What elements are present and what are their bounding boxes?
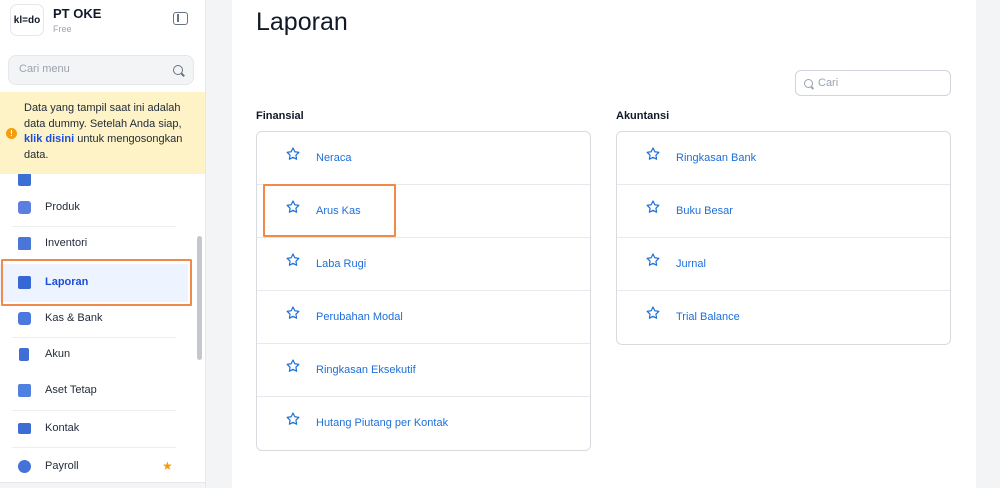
sidebar-scrollbar[interactable]	[197, 236, 202, 360]
chart-icon	[18, 276, 31, 289]
report-label[interactable]: Jurnal	[676, 258, 706, 270]
report-row-trial-balance[interactable]: Trial Balance	[617, 291, 950, 344]
star-outline-icon[interactable]	[285, 411, 301, 427]
report-label[interactable]: Hutang Piutang per Kontak	[316, 417, 448, 429]
report-row-ringkasan-bank[interactable]: Ringkasan Bank	[617, 132, 950, 185]
sidebar-item-payroll[interactable]: Payroll	[0, 449, 188, 485]
report-row-jurnal[interactable]: Jurnal	[617, 238, 950, 291]
alert-text: Data yang tampil saat ini adalah data du…	[24, 101, 200, 163]
report-search-input[interactable]	[818, 77, 938, 89]
star-outline-icon[interactable]	[285, 305, 301, 321]
sidebar-item-kas-bank[interactable]: Kas & Bank	[0, 301, 188, 337]
alert-text-before: Data yang tampil saat ini adalah data du…	[24, 102, 182, 130]
page-title: Laporan	[256, 8, 348, 36]
star-outline-icon[interactable]	[285, 252, 301, 268]
company-name[interactable]: PT OKE	[53, 6, 101, 21]
report-label[interactable]: Neraca	[316, 152, 351, 164]
contact-card-icon	[18, 423, 31, 434]
sidebar-item-kontak[interactable]: Kontak	[0, 411, 188, 447]
warehouse-icon	[18, 237, 31, 250]
report-label[interactable]: Perubahan Modal	[316, 311, 403, 323]
report-row-ringkasan-eksekutif[interactable]: Ringkasan Eksekutif	[257, 344, 590, 397]
star-outline-icon[interactable]	[645, 146, 661, 162]
plan-label: Free	[53, 24, 72, 34]
sidebar-item-akun[interactable]: Akun	[0, 337, 188, 373]
star-outline-icon[interactable]	[285, 358, 301, 374]
sidebar: kl=do PT OKE Free ! Data yang tampil saa…	[0, 0, 206, 488]
sidebar-toggle-icon[interactable]	[173, 12, 188, 25]
report-row-arus-kas[interactable]: Arus Kas	[257, 185, 590, 238]
sidebar-item-label: Kontak	[45, 422, 80, 434]
report-row-neraca[interactable]: Neraca	[257, 132, 590, 185]
report-label[interactable]: Trial Balance	[676, 311, 740, 323]
sidebar-item-label: Payroll	[45, 460, 79, 472]
alert-link[interactable]: klik disini	[24, 133, 74, 145]
box-icon	[18, 173, 31, 186]
report-label[interactable]: Ringkasan Eksekutif	[316, 364, 416, 376]
star-outline-icon[interactable]	[285, 199, 301, 215]
report-row-hutang-piutang[interactable]: Hutang Piutang per Kontak	[257, 397, 590, 450]
report-label[interactable]: Arus Kas	[316, 205, 361, 217]
menu-search-input[interactable]	[19, 63, 159, 75]
cube-icon	[18, 201, 31, 214]
sidebar-item-laporan[interactable]: Laporan	[0, 264, 188, 302]
star-outline-icon[interactable]	[645, 252, 661, 268]
star-outline-icon[interactable]	[285, 146, 301, 162]
report-row-buku-besar[interactable]: Buku Besar	[617, 185, 950, 238]
report-label[interactable]: Laba Rugi	[316, 258, 366, 270]
report-row-laba-rugi[interactable]: Laba Rugi	[257, 238, 590, 291]
report-label[interactable]: Buku Besar	[676, 205, 733, 217]
wallet-icon	[18, 312, 31, 325]
company-logo: kl=do	[10, 4, 44, 36]
favorite-star-icon[interactable]: ★	[162, 459, 173, 473]
building-icon	[18, 384, 31, 397]
payroll-icon	[18, 460, 31, 473]
finansial-card: Neraca Arus Kas Laba Rugi Perubahan Moda…	[256, 131, 591, 451]
sidebar-item-label: Inventori	[45, 237, 88, 249]
sidebar-item-aset-tetap[interactable]: Aset Tetap	[0, 373, 188, 409]
sidebar-item-label: Akun	[45, 348, 71, 360]
search-icon	[804, 79, 813, 88]
menu-search[interactable]	[8, 55, 194, 85]
brand-header: kl=do PT OKE Free	[0, 0, 205, 48]
sidebar-item-label: Produk	[45, 201, 80, 213]
sidebar-footer	[0, 482, 205, 488]
sidebar-item-inventori[interactable]: Inventori	[0, 226, 188, 262]
section-title-finansial: Finansial	[256, 110, 304, 122]
sidebar-item-label: Kas & Bank	[45, 312, 103, 324]
sidebar-item-produk[interactable]: Produk	[0, 190, 188, 226]
section-title-akuntansi: Akuntansi	[616, 110, 670, 122]
report-row-perubahan-modal[interactable]: Perubahan Modal	[257, 291, 590, 344]
star-outline-icon[interactable]	[645, 305, 661, 321]
star-outline-icon[interactable]	[645, 199, 661, 215]
sidebar-item-label: Laporan	[45, 276, 89, 288]
divider	[12, 447, 176, 448]
book-icon	[19, 348, 29, 361]
report-search[interactable]	[795, 70, 951, 96]
sidebar-item-label: Aset Tetap	[45, 384, 97, 396]
info-icon: !	[6, 128, 17, 139]
akuntansi-card: Ringkasan Bank Buku Besar Jurnal Trial B…	[616, 131, 951, 345]
report-label[interactable]: Ringkasan Bank	[676, 152, 756, 164]
search-icon	[173, 65, 183, 75]
